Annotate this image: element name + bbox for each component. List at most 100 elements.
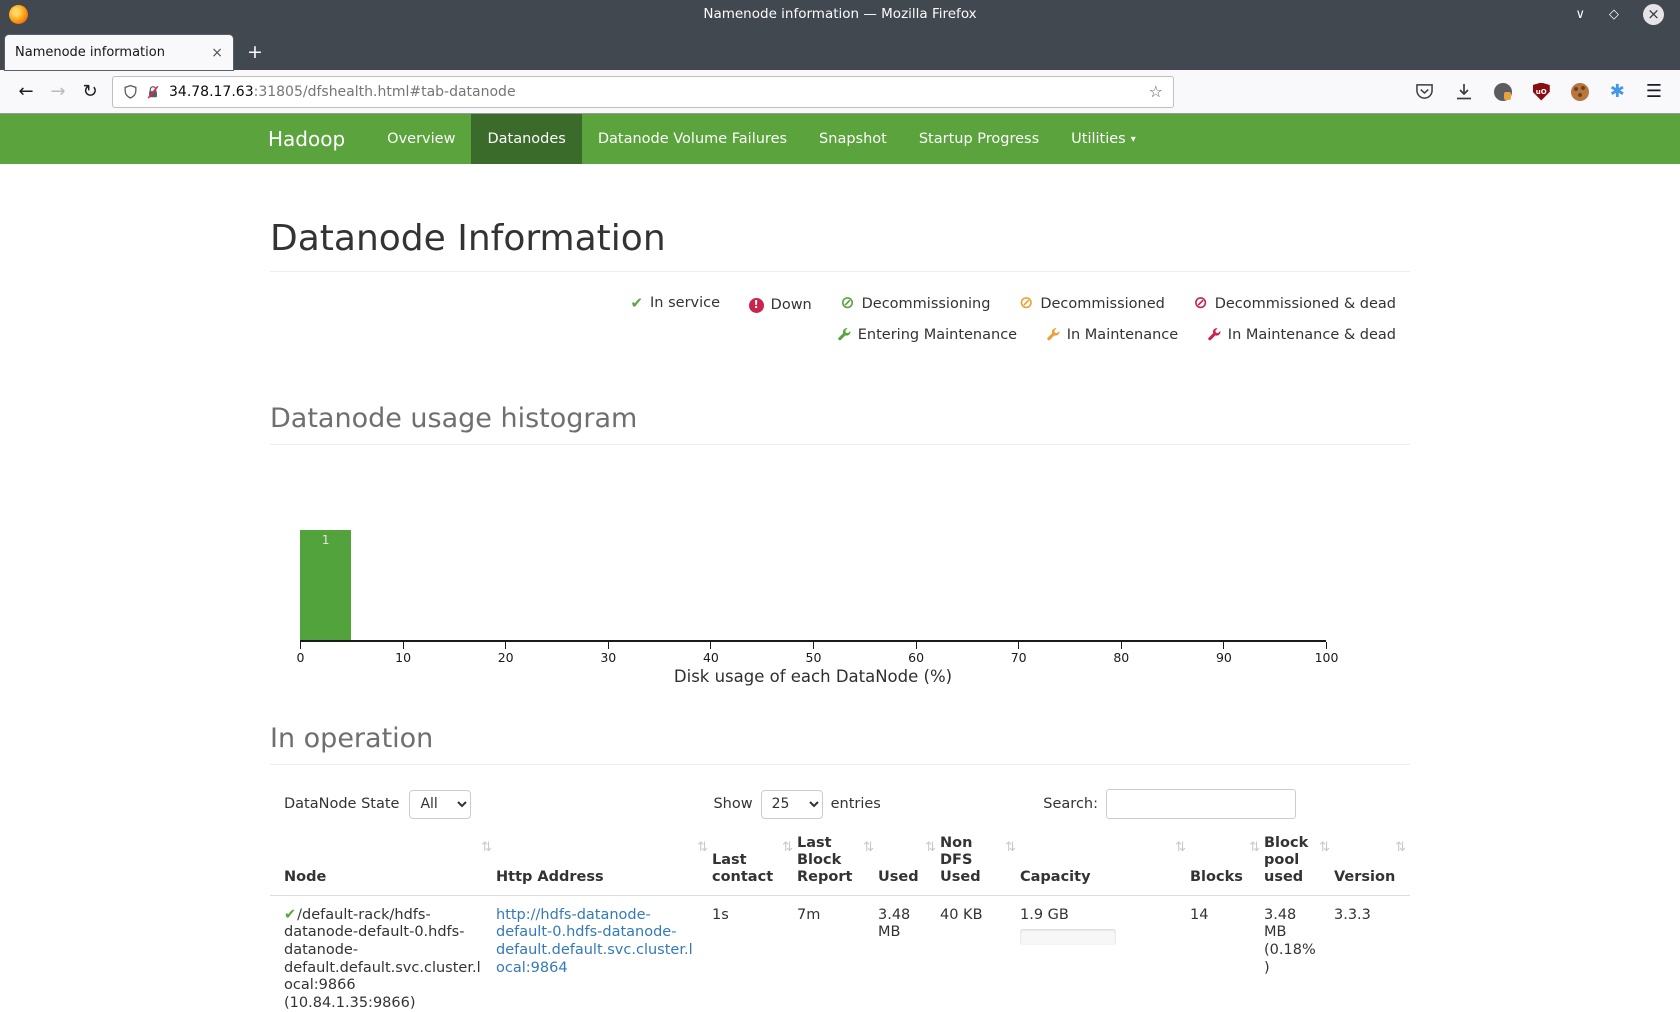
wrench-green-icon [837, 328, 851, 342]
browser-toolbar: ← → ↻ 34.78.17.63:31805/dfshealth.html#t… [0, 70, 1680, 114]
back-icon[interactable]: ← [10, 81, 42, 102]
exclamation-circle-icon: ! [749, 298, 764, 313]
window-close-icon[interactable]: × [1643, 4, 1664, 25]
legend-label: In service [650, 288, 720, 318]
nav-item-snapshot[interactable]: Snapshot [803, 114, 903, 164]
cell-non-dfs-used: 40 KB [940, 895, 1020, 1012]
cell-version: 3.3.3 [1334, 895, 1410, 1012]
legend-in-service: ✔ In service [630, 288, 720, 318]
sort-icon: ⇅ [481, 841, 492, 856]
check-icon: ✔ [284, 907, 296, 923]
datanode-http-link[interactable]: http://hdfs-datanode-default-0.hdfs-data… [496, 907, 693, 976]
ban-green-icon: ⊘ [840, 295, 854, 312]
show-label: Show [713, 796, 752, 812]
nav-item-overview[interactable]: Overview [371, 114, 471, 164]
wrench-orange-icon [1046, 328, 1060, 342]
shield-icon[interactable] [123, 84, 138, 100]
col-header-capacity[interactable]: ⇅Capacity [1020, 833, 1190, 895]
bookmark-star-icon[interactable]: ☆ [1149, 82, 1163, 101]
nav-item-volume-failures[interactable]: Datanode Volume Failures [582, 114, 803, 164]
nav-item-datanodes[interactable]: Datanodes [471, 114, 581, 164]
legend-label: Decommissioned & dead [1215, 289, 1396, 319]
cookie-extension-icon[interactable] [1571, 83, 1589, 101]
legend-label: Entering Maintenance [858, 320, 1017, 350]
datanode-state-select[interactable]: All [409, 790, 471, 819]
new-tab-button[interactable]: + [247, 43, 263, 62]
capacity-progressbar [1020, 929, 1116, 945]
entries-label: entries [831, 796, 881, 812]
tab-bar: Namenode information × + [0, 28, 1680, 70]
table-row: ✔/default-rack/hdfs-datanode-default-0.h… [270, 895, 1410, 1012]
show-entries-select[interactable]: 25 [761, 790, 823, 819]
legend-decommissioned: ⊘ Decommissioned [1019, 289, 1165, 319]
col-header-blocks[interactable]: ⇅Blocks [1190, 833, 1264, 895]
sort-icon: ⇅ [925, 841, 936, 856]
histogram-heading: Datanode usage histogram [270, 403, 1410, 445]
window-maximize-icon[interactable]: ◇ [1609, 8, 1619, 21]
url-host: 34.78.17.63 [169, 84, 254, 100]
nav-utilities-label: Utilities [1071, 131, 1126, 147]
url-bar[interactable]: 34.78.17.63:31805/dfshealth.html#tab-dat… [112, 76, 1174, 108]
histogram-plot: 1 [300, 530, 1326, 640]
container-asterisk-icon[interactable]: ✱ [1610, 83, 1625, 101]
legend-label: In Maintenance & dead [1228, 320, 1396, 350]
nav-item-startup-progress[interactable]: Startup Progress [903, 114, 1055, 164]
legend-entering-maintenance: Entering Maintenance [837, 320, 1017, 350]
histogram-axis-caption: Disk usage of each DataNode (%) [300, 667, 1326, 686]
lock-insecure-icon[interactable] [146, 84, 160, 100]
legend-down: ! Down [749, 290, 812, 320]
hamburger-menu-icon[interactable]: ☰ [1646, 81, 1662, 102]
tab-close-icon[interactable]: × [203, 45, 223, 61]
legend-decommissioning: ⊘ Decommissioning [840, 289, 990, 319]
col-header-last-contact[interactable]: ⇅Last contact [712, 833, 797, 895]
browser-tab[interactable]: Namenode information × [5, 35, 233, 70]
histogram-axis: 0102030405060708090100 [300, 640, 1326, 642]
forward-icon[interactable]: → [42, 81, 74, 102]
legend-decommissioned-dead: ⊘ Decommissioned & dead [1193, 289, 1396, 319]
cell-node: ✔/default-rack/hdfs-datanode-default-0.h… [270, 895, 496, 1012]
reload-icon[interactable]: ↻ [74, 81, 106, 102]
search-input[interactable] [1106, 789, 1296, 819]
sort-icon: ⇅ [1249, 841, 1260, 856]
ublock-origin-icon[interactable]: uO [1533, 83, 1550, 101]
capacity-value: 1.9 GB [1020, 907, 1176, 925]
sort-icon: ⇅ [782, 841, 793, 856]
cell-capacity: 1.9 GB [1020, 895, 1190, 1012]
col-header-node[interactable]: ⇅Node [270, 833, 496, 895]
datanode-state-label: DataNode State [284, 796, 399, 812]
pocket-icon[interactable] [1415, 83, 1434, 100]
cell-last-block-report: 7m [797, 895, 878, 1012]
table-controls: DataNode State All Show 25 entries Searc… [270, 789, 1410, 819]
nav-item-utilities[interactable]: Utilities ▾ [1055, 114, 1152, 164]
cell-http-address: http://hdfs-datanode-default-0.hdfs-data… [496, 895, 712, 1012]
col-header-version[interactable]: ⇅Version [1334, 833, 1410, 895]
col-header-non-dfs-used[interactable]: ⇅Non DFS Used [940, 833, 1020, 895]
window-minimize-icon[interactable]: ∨ [1575, 8, 1585, 21]
ban-red-icon: ⊘ [1193, 295, 1207, 312]
col-header-block-pool-used[interactable]: ⇅Block pool used [1264, 833, 1334, 895]
in-operation-heading: In operation [270, 723, 1410, 765]
privacy-extension-icon[interactable] [1494, 83, 1512, 101]
status-legend: ✔ In service ! Down ⊘ Decommissioning ⊘ … [270, 288, 1410, 353]
ban-orange-icon: ⊘ [1019, 295, 1033, 312]
sort-icon: ⇅ [1319, 841, 1330, 856]
navbar-brand[interactable]: Hadoop [268, 114, 371, 164]
url-path: :31805/dfshealth.html#tab-datanode [254, 84, 516, 100]
sort-icon: ⇅ [1005, 841, 1016, 856]
sort-icon: ⇅ [863, 841, 874, 856]
download-icon[interactable] [1455, 83, 1473, 100]
col-header-http-address[interactable]: ⇅Http Address [496, 833, 712, 895]
cell-used: 3.48 MB [878, 895, 940, 1012]
search-label: Search: [1043, 796, 1098, 812]
histogram-bar: 1 [300, 530, 351, 640]
wrench-red-icon [1207, 328, 1221, 342]
legend-in-maintenance-dead: In Maintenance & dead [1207, 320, 1396, 350]
col-header-used[interactable]: ⇅Used [878, 833, 940, 895]
firefox-logo-icon [9, 5, 28, 24]
cell-last-contact: 1s [712, 895, 797, 1012]
legend-label: Down [771, 290, 812, 320]
col-header-last-block-report[interactable]: ⇅Last Block Report [797, 833, 878, 895]
sort-icon: ⇅ [1175, 841, 1186, 856]
sort-icon: ⇅ [697, 841, 708, 856]
cell-blocks: 14 [1190, 895, 1264, 1012]
